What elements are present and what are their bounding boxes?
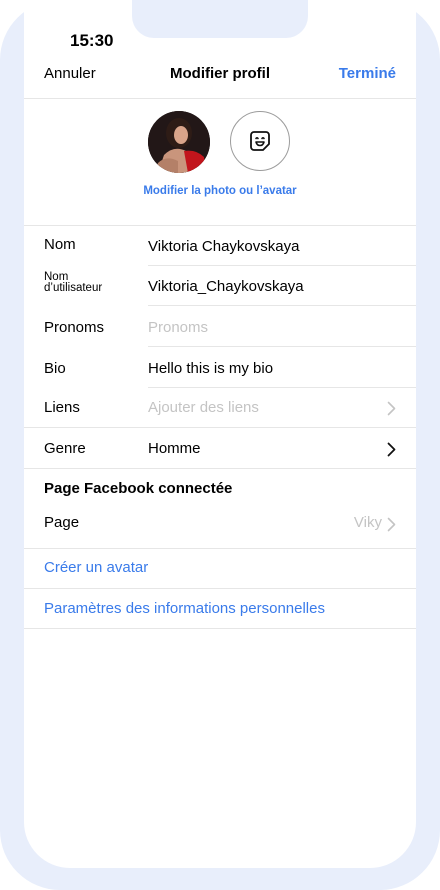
- bio-field[interactable]: Hello this is my bio: [148, 360, 273, 377]
- done-button[interactable]: Terminé: [339, 65, 396, 82]
- links-row[interactable]: Liens Ajouter des liens: [24, 388, 416, 428]
- divider: [148, 346, 416, 347]
- profile-photo-image: [148, 111, 210, 173]
- create-avatar-link[interactable]: Créer un avatar: [44, 559, 148, 576]
- phone-notch: [132, 0, 308, 38]
- sticker-face-icon: [250, 131, 270, 151]
- divider: [24, 427, 416, 428]
- pronouns-field[interactable]: Pronoms: [148, 319, 208, 336]
- create-avatar-row[interactable]: Créer un avatar: [24, 549, 416, 589]
- username-label: Nom d’utilisateur: [44, 271, 103, 294]
- facebook-section-title: Page Facebook connectée: [44, 480, 233, 497]
- bio-row[interactable]: Bio Hello this is my bio: [24, 348, 416, 388]
- avatar-area: Modifier la photo ou l’avatar: [24, 99, 416, 226]
- chevron-right-icon: [387, 442, 396, 457]
- nav-bar: Annuler Modifier profil Terminé: [24, 56, 416, 99]
- page-value: Viky: [353, 514, 382, 531]
- name-label: Nom: [44, 236, 76, 253]
- profile-photo[interactable]: [148, 111, 210, 173]
- username-label-line2: d’utilisateur: [44, 282, 103, 294]
- edit-photo-link[interactable]: Modifier la photo ou l’avatar: [24, 185, 416, 197]
- personal-info-settings-link[interactable]: Paramètres des informations personnelles: [44, 600, 325, 617]
- name-field[interactable]: Viktoria Chaykovskaya: [148, 238, 299, 255]
- status-time: 15:30: [70, 31, 114, 50]
- page-label: Page: [44, 514, 80, 531]
- divider: [24, 628, 416, 629]
- pronouns-label: Pronoms: [44, 319, 105, 336]
- links-label: Liens: [44, 399, 80, 416]
- username-field[interactable]: Viktoria_Chaykovskaya: [148, 278, 304, 295]
- pronouns-row[interactable]: Pronoms Pronoms: [24, 307, 416, 347]
- username-row[interactable]: Nom d’utilisateur Viktoria_Chaykovskaya: [24, 266, 416, 306]
- avatar-button[interactable]: [230, 111, 290, 171]
- gender-field[interactable]: Homme: [148, 440, 201, 457]
- name-row[interactable]: Nom Viktoria Chaykovskaya: [24, 226, 416, 266]
- chevron-right-icon: [387, 517, 396, 532]
- chevron-right-icon: [387, 401, 396, 416]
- divider: [24, 468, 416, 469]
- links-field[interactable]: Ajouter des liens: [148, 399, 259, 416]
- divider: [148, 305, 416, 306]
- gender-label: Genre: [44, 440, 86, 457]
- bio-label: Bio: [44, 360, 66, 377]
- personal-info-row[interactable]: Paramètres des informations personnelles: [24, 589, 416, 629]
- facebook-page-row[interactable]: Page Viky: [24, 509, 416, 549]
- gender-row[interactable]: Genre Homme: [24, 429, 416, 469]
